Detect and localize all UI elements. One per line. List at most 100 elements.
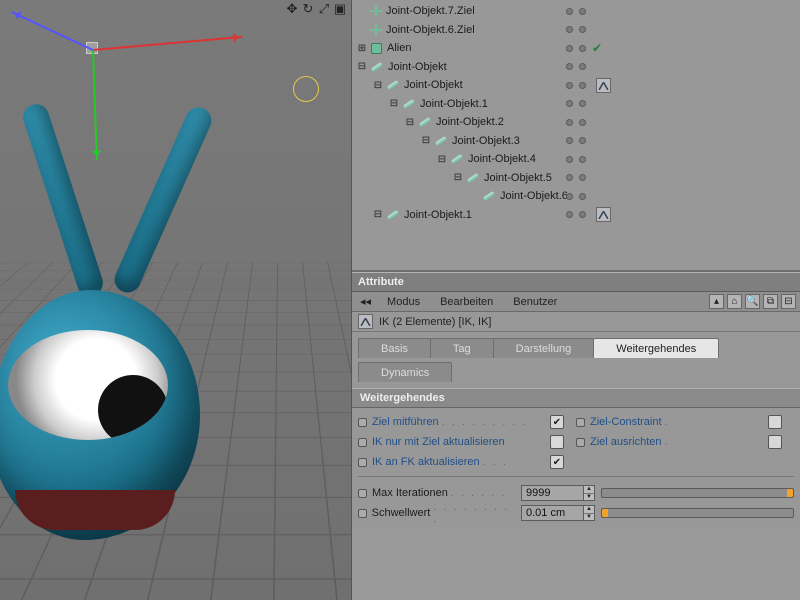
- tree-expander-icon[interactable]: ⊟: [388, 98, 400, 109]
- tree-item-label[interactable]: Joint-Objekt.4: [468, 153, 536, 165]
- keyframe-toggle[interactable]: [576, 418, 585, 427]
- visibility-dot[interactable]: [566, 63, 573, 70]
- character-mesh[interactable]: [0, 230, 250, 570]
- frame-icon[interactable]: ▣: [333, 2, 347, 16]
- tree-expander-icon[interactable]: ⊟: [420, 135, 432, 146]
- visibility-dot[interactable]: [566, 26, 573, 33]
- visibility-dot[interactable]: [566, 82, 573, 89]
- tree-expander-icon[interactable]: ⊟: [356, 61, 368, 72]
- keyframe-toggle[interactable]: [358, 418, 367, 427]
- render-dot[interactable]: [579, 137, 586, 144]
- tree-expander-icon[interactable]: ⊟: [372, 80, 384, 91]
- ik-tag-icon[interactable]: [596, 207, 611, 222]
- keyframe-toggle[interactable]: [358, 458, 367, 467]
- tree-item-label[interactable]: Joint-Objekt.2: [436, 116, 504, 128]
- ik-tag-icon[interactable]: [596, 78, 611, 93]
- tab-darstellung[interactable]: Darstellung: [493, 338, 595, 358]
- tab-weitergehendes[interactable]: Weitergehendes: [593, 338, 719, 358]
- render-dot[interactable]: [579, 119, 586, 126]
- tree-item-label[interactable]: Joint-Objekt.1: [404, 209, 472, 221]
- collapse-icon[interactable]: ⊟: [781, 294, 796, 309]
- selection-text: IK (2 Elemente) [IK, IK]: [379, 316, 492, 328]
- move-icon[interactable]: ✥: [285, 2, 299, 16]
- joint-icon: [387, 210, 399, 220]
- checkbox-ziel-constraint[interactable]: [768, 415, 782, 429]
- spinner-max-iterationen[interactable]: ▲▼: [583, 485, 595, 501]
- render-dot[interactable]: [579, 100, 586, 107]
- attribute-tabs: Basis Tag Darstellung Weitergehendes Dyn…: [352, 332, 800, 388]
- tree-item-label[interactable]: Joint-Objekt.6.Ziel: [386, 24, 475, 36]
- tree-item-label[interactable]: Joint-Objekt: [388, 61, 447, 73]
- scale-icon[interactable]: ⤢: [317, 2, 331, 16]
- axis-y-arrow[interactable]: [92, 50, 98, 160]
- menu-modus[interactable]: Modus: [379, 294, 428, 310]
- tree-expander-icon[interactable]: ⊟: [404, 117, 416, 128]
- slider-max-iterationen[interactable]: [601, 488, 794, 498]
- checkbox-ziel-mitfuehren[interactable]: [550, 415, 564, 429]
- tree-expander-icon[interactable]: ⊟: [372, 209, 384, 220]
- tree-item-label[interactable]: Joint-Objekt.5: [484, 172, 552, 184]
- axis-z-arrow[interactable]: [11, 11, 93, 51]
- keyframe-toggle[interactable]: [358, 438, 367, 447]
- render-dot[interactable]: [579, 82, 586, 89]
- tree-item-label[interactable]: Joint-Objekt.1: [420, 98, 488, 110]
- render-dot[interactable]: [579, 156, 586, 163]
- visibility-dot[interactable]: [566, 119, 573, 126]
- spinner-schwellwert[interactable]: ▲▼: [583, 505, 595, 521]
- keyframe-toggle[interactable]: [576, 438, 585, 447]
- enable-check-icon[interactable]: ✔: [592, 41, 602, 55]
- checkbox-ik-nur-mit-ziel[interactable]: [550, 435, 564, 449]
- input-schwellwert[interactable]: 0.01 cm: [521, 505, 583, 521]
- render-dot[interactable]: [579, 63, 586, 70]
- tab-basis[interactable]: Basis: [358, 338, 431, 358]
- menu-bearbeiten[interactable]: Bearbeiten: [432, 294, 501, 310]
- object-manager[interactable]: Joint-Objekt.7.Ziel Joint-Objekt.6.Ziel ⊞ A…: [352, 0, 800, 272]
- visibility-dot[interactable]: [566, 156, 573, 163]
- render-dot[interactable]: [579, 8, 586, 15]
- tree-item-label[interactable]: Joint-Objekt.6: [500, 190, 568, 202]
- nav-up-icon[interactable]: ▴: [709, 294, 724, 309]
- joint-icon: [387, 80, 399, 90]
- render-dot[interactable]: [579, 193, 586, 200]
- mouth-mesh: [15, 490, 175, 530]
- 3d-viewport[interactable]: ✥ ↻ ⤢ ▣: [0, 0, 352, 600]
- tree-expander-icon[interactable]: ⊟: [436, 154, 448, 165]
- visibility-dot[interactable]: [566, 174, 573, 181]
- visibility-dot[interactable]: [566, 45, 573, 52]
- joint-end-ring[interactable]: [293, 76, 319, 102]
- slider-schwellwert[interactable]: [601, 508, 794, 518]
- tree-item-label[interactable]: Joint-Objekt: [404, 79, 463, 91]
- visibility-dot[interactable]: [566, 137, 573, 144]
- input-max-iterationen[interactable]: 9999: [521, 485, 583, 501]
- tree-expander-icon[interactable]: ⊞: [356, 43, 368, 54]
- nav-back-icon[interactable]: ◂◂: [356, 295, 375, 308]
- menu-benutzer[interactable]: Benutzer: [505, 294, 565, 310]
- checkbox-ik-an-fk[interactable]: [550, 455, 564, 469]
- keyframe-toggle[interactable]: [358, 489, 367, 498]
- search-icon[interactable]: 🔍: [745, 294, 760, 309]
- tab-dynamics[interactable]: Dynamics: [358, 362, 452, 382]
- tree-item-label[interactable]: Alien: [387, 42, 411, 54]
- visibility-dot[interactable]: [566, 211, 573, 218]
- checkbox-ziel-ausrichten[interactable]: [768, 435, 782, 449]
- render-dot[interactable]: [579, 45, 586, 52]
- render-dot[interactable]: [579, 26, 586, 33]
- joint-icon: [419, 117, 431, 127]
- home-icon[interactable]: ⌂: [727, 294, 742, 309]
- rotate-icon[interactable]: ↻: [301, 2, 315, 16]
- visibility-dot[interactable]: [566, 100, 573, 107]
- keyframe-toggle[interactable]: [358, 509, 367, 518]
- render-dot[interactable]: [579, 211, 586, 218]
- joint-icon: [483, 191, 495, 201]
- new-window-icon[interactable]: ⧉: [763, 294, 778, 309]
- tree-item-label[interactable]: Joint-Objekt.7.Ziel: [386, 5, 475, 17]
- tab-tag[interactable]: Tag: [430, 338, 494, 358]
- label-schwellwert: Schwellwert: [372, 507, 431, 519]
- tree-item-label[interactable]: Joint-Objekt.3: [452, 135, 520, 147]
- null-icon: [371, 25, 381, 35]
- render-dot[interactable]: [579, 174, 586, 181]
- visibility-dot[interactable]: [566, 193, 573, 200]
- visibility-dot[interactable]: [566, 8, 573, 15]
- axis-x-arrow[interactable]: [93, 36, 243, 51]
- tree-expander-icon[interactable]: ⊟: [452, 172, 464, 183]
